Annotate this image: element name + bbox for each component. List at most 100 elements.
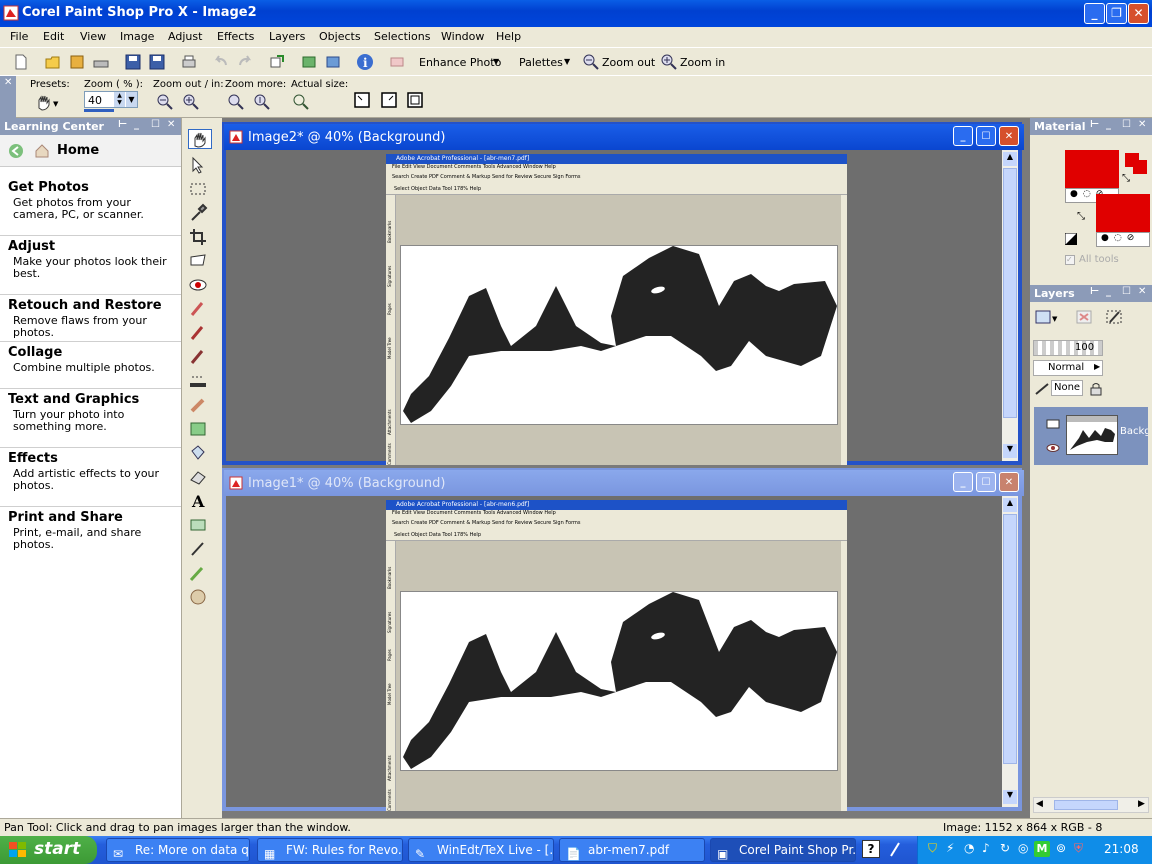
save-as-icon[interactable] — [148, 53, 166, 71]
pan-tool-icon[interactable] — [188, 129, 212, 149]
new-file-icon[interactable] — [12, 53, 30, 71]
pen-input-icon[interactable] — [888, 840, 902, 858]
all-tools-checkbox[interactable]: ✓ — [1065, 255, 1075, 265]
undo-icon[interactable] — [212, 53, 230, 71]
zoom-dropdown-icon[interactable]: ▼ — [126, 92, 137, 107]
visibility-eye-icon[interactable] — [1046, 443, 1060, 453]
eraser-icon[interactable] — [388, 53, 406, 71]
taskbar-item-paintshop[interactable]: ▣ Corel Paint Shop Pr... — [710, 838, 856, 862]
minimize-icon[interactable]: _ — [1106, 119, 1111, 130]
scroll-right-icon[interactable]: ▶ — [1138, 799, 1145, 809]
start-button[interactable]: start — [0, 836, 97, 864]
section-collage[interactable]: Collage Combine multiple photos. — [0, 342, 181, 389]
full-screen-icon[interactable] — [406, 91, 424, 109]
image1-canvas[interactable]: Adobe Acrobat Professional - [abr-men6.p… — [226, 496, 1002, 811]
swap-materials-icon[interactable]: ⤡ — [1077, 211, 1085, 222]
background-swatch[interactable] — [1096, 194, 1150, 232]
image1-vertical-scrollbar[interactable]: ▲ ▼ — [1002, 496, 1018, 807]
taskbar-item-winedt[interactable]: ✎ WinEdt/TeX Live - [... — [408, 838, 554, 862]
maximize-icon[interactable]: ☐ — [151, 119, 160, 130]
background-style-buttons[interactable]: ●◌⊘ — [1096, 232, 1150, 247]
taskbar-item-rules[interactable]: ▦ FW: Rules for Revo... — [257, 838, 403, 862]
scroll-thumb[interactable] — [1003, 514, 1017, 764]
straighten-tool-icon[interactable] — [188, 251, 208, 271]
image1-close-button[interactable]: ✕ — [999, 472, 1019, 492]
enhance-photo-dropdown-icon[interactable]: ▼ — [493, 57, 499, 66]
section-get-photos[interactable]: Get Photos Get photos from your camera, P… — [0, 177, 181, 236]
close-button[interactable]: ✕ — [1128, 3, 1149, 24]
home-link[interactable]: Home — [57, 143, 99, 158]
art-brush-icon[interactable] — [188, 563, 208, 583]
menu-view[interactable]: View — [80, 30, 106, 43]
zoom-spinner-icon[interactable]: ▲ ▼ — [114, 92, 125, 107]
maximize-icon[interactable]: ☐ — [1122, 119, 1131, 130]
browse-icon[interactable] — [68, 53, 86, 71]
pick-tool-icon[interactable] — [188, 155, 208, 175]
presets-hand-icon[interactable]: ▼ — [33, 92, 61, 112]
minimize-icon[interactable]: _ — [134, 119, 139, 130]
zoom-more-out-icon[interactable] — [227, 93, 245, 111]
scroll-down-icon[interactable]: ▼ — [1003, 444, 1017, 458]
taskbar-item-email[interactable]: ✉ Re: More on data q... — [106, 838, 250, 862]
zoom-slider[interactable] — [84, 109, 114, 112]
option-zoom-out-icon[interactable] — [156, 93, 174, 111]
enhance-photo-button[interactable]: Enhance Photo — [419, 56, 501, 69]
clone-brush-icon[interactable] — [188, 323, 208, 343]
dropper-tool-icon[interactable] — [188, 203, 208, 223]
image2-vertical-scrollbar[interactable]: ▲ ▼ — [1002, 150, 1018, 461]
wireless-icon[interactable]: ◔ — [964, 841, 974, 855]
close-icon[interactable]: ✕ — [4, 77, 12, 88]
redo-icon[interactable] — [236, 53, 254, 71]
image2-close-button[interactable]: ✕ — [999, 126, 1019, 146]
red-eye-tool-icon[interactable] — [188, 275, 208, 295]
menu-help[interactable]: Help — [496, 30, 521, 43]
security-alert-icon[interactable]: ⛨ — [1074, 841, 1083, 856]
oil-brush-icon[interactable] — [188, 587, 208, 607]
zoom-in-icon[interactable] — [660, 53, 678, 71]
help-icon[interactable]: ? — [862, 840, 880, 858]
scroll-thumb[interactable] — [1054, 800, 1118, 810]
image2-maximize-button[interactable]: ☐ — [976, 126, 996, 146]
link-icon[interactable] — [1034, 382, 1050, 396]
lock-icon[interactable] — [1088, 381, 1104, 397]
eraser-tool-icon[interactable] — [188, 467, 208, 487]
minimize-button[interactable]: _ — [1084, 3, 1105, 24]
menu-selections[interactable]: Selections — [374, 30, 430, 43]
swap-colors-icon[interactable]: ⤡ — [1122, 173, 1130, 184]
taskbar-item-pdf[interactable]: 📄 abr-men7.pdf — [559, 838, 705, 862]
menu-adjust[interactable]: Adjust — [168, 30, 202, 43]
zoom-out-button[interactable]: Zoom out — [602, 56, 655, 69]
option-zoom-in-icon[interactable] — [182, 93, 200, 111]
menu-layers[interactable]: Layers — [269, 30, 305, 43]
pen-tool-icon[interactable] — [188, 539, 208, 559]
image1-maximize-button[interactable]: ☐ — [976, 472, 996, 492]
pin-icon[interactable]: ⊢ — [118, 119, 127, 130]
scratch-remover-icon[interactable] — [188, 347, 208, 367]
close-icon[interactable]: ✕ — [1138, 286, 1146, 297]
print-icon[interactable] — [180, 53, 198, 71]
foreground-swatch[interactable] — [1065, 150, 1119, 188]
pin-icon[interactable]: ⊢ — [1090, 119, 1099, 130]
section-print-share[interactable]: Print and Share Print, e-mail, and share … — [0, 507, 181, 554]
image1-minimize-button[interactable]: _ — [953, 472, 973, 492]
menu-edit[interactable]: Edit — [43, 30, 64, 43]
picture-tube-icon[interactable] — [188, 419, 208, 439]
scanner-icon[interactable] — [92, 53, 110, 71]
selection-tool-icon[interactable] — [188, 179, 208, 199]
shape-tool-icon[interactable] — [188, 515, 208, 535]
volume-icon[interactable]: ♪ — [982, 841, 990, 855]
scroll-down-icon[interactable]: ▼ — [1003, 790, 1017, 804]
menu-objects[interactable]: Objects — [319, 30, 361, 43]
zoom-out-icon[interactable] — [582, 53, 600, 71]
antivirus-icon[interactable]: ⊚ — [1056, 841, 1066, 855]
scroll-thumb[interactable] — [1003, 168, 1017, 418]
home-icon[interactable] — [34, 143, 50, 159]
zoom-percent-input[interactable]: 40 ▲ ▼ ▼ — [84, 91, 138, 108]
fit-window-icon[interactable] — [353, 91, 371, 109]
menu-file[interactable]: File — [10, 30, 28, 43]
messenger-icon[interactable]: M — [1034, 841, 1050, 857]
image2-minimize-button[interactable]: _ — [953, 126, 973, 146]
sync-icon[interactable]: ↻ — [1000, 841, 1010, 855]
zoom-in-button[interactable]: Zoom in — [680, 56, 725, 69]
layer-link-select[interactable]: None — [1051, 380, 1083, 396]
